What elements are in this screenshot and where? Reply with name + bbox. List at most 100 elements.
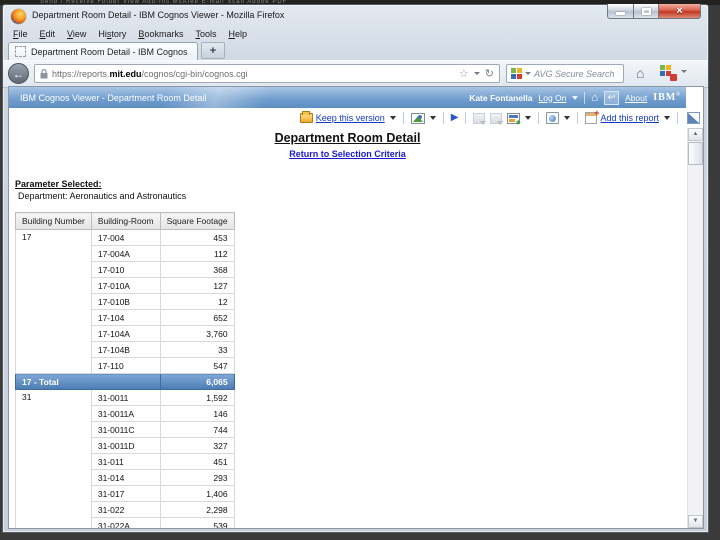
- menu-bar: FileEditViewHistoryBookmarksToolsHelp: [3, 27, 708, 41]
- tab-bar: Department Room Detail - IBM Cognos ... …: [3, 41, 708, 60]
- building-number-cell: 17: [16, 230, 92, 374]
- maximize-button[interactable]: [634, 4, 659, 19]
- log-on-link[interactable]: Log On: [538, 93, 566, 103]
- menu-help[interactable]: Help: [222, 29, 253, 39]
- building-room-cell: 31-017: [91, 486, 160, 502]
- square-footage-cell: 2,298: [160, 502, 234, 518]
- divider: [677, 112, 678, 124]
- menu-view[interactable]: View: [61, 29, 92, 39]
- reload-icon[interactable]: ↻: [485, 69, 494, 79]
- lock-icon: [40, 69, 48, 79]
- scroll-up-button[interactable]: ▲: [688, 128, 703, 141]
- firefox-window: Department Room Detail - IBM Cognos View…: [2, 4, 709, 533]
- add-report-button[interactable]: Add this report: [585, 112, 670, 124]
- table-total-row: 17 - Total6,065: [16, 374, 235, 390]
- new-tab-button[interactable]: +: [201, 42, 225, 59]
- scrollbar-thumb[interactable]: [688, 142, 703, 165]
- cognos-home-button[interactable]: ⌂: [591, 92, 598, 104]
- building-room-cell: 31-014: [91, 470, 160, 486]
- close-button[interactable]: ×: [659, 4, 701, 19]
- top-navigation-icon[interactable]: [687, 112, 700, 124]
- menu-tools[interactable]: Tools: [189, 29, 222, 39]
- bookmark-star-icon[interactable]: ☆: [459, 69, 469, 79]
- building-room-cell: 31-0011A: [91, 406, 160, 422]
- vertical-scrollbar[interactable]: ▲ ▼: [687, 128, 703, 528]
- menu-history[interactable]: History: [92, 29, 132, 39]
- back-button[interactable]: ←: [8, 63, 29, 84]
- divider: [403, 112, 404, 124]
- building-room-cell: 17-110: [91, 358, 160, 374]
- back-arrow-icon: ←: [13, 67, 25, 81]
- run-icon: ▶: [451, 112, 459, 123]
- tab-department-room-detail[interactable]: Department Room Detail - IBM Cognos ...: [8, 42, 198, 60]
- building-room-cell: 31-0011C: [91, 422, 160, 438]
- home-icon: ⌂: [636, 65, 644, 81]
- url-bar[interactable]: https://reports.mit.edu/cognos/cgi-bin/c…: [34, 64, 500, 83]
- scroll-up-icon: ▲: [693, 131, 699, 137]
- report-area: Department Room Detail Return to Selecti…: [9, 128, 686, 528]
- square-footage-cell: 453: [160, 230, 234, 246]
- menu-bookmarks[interactable]: Bookmarks: [132, 29, 189, 39]
- home-button[interactable]: ⌂: [636, 65, 644, 81]
- minimize-button[interactable]: [607, 4, 634, 19]
- keep-version-button[interactable]: Keep this version: [300, 113, 396, 123]
- divider: [584, 92, 585, 104]
- square-footage-cell: 112: [160, 246, 234, 262]
- search-placeholder: AVG Secure Search: [534, 69, 615, 79]
- square-footage-cell: 146: [160, 406, 234, 422]
- square-footage-cell: 539: [160, 518, 234, 529]
- html-view-icon: [546, 112, 559, 124]
- square-footage-cell: 327: [160, 438, 234, 454]
- square-footage-cell: 1,406: [160, 486, 234, 502]
- menu-file[interactable]: File: [7, 29, 34, 39]
- search-icon[interactable]: [618, 68, 619, 79]
- close-icon: ×: [676, 6, 682, 17]
- square-footage-cell: 547: [160, 358, 234, 374]
- search-box[interactable]: AVG Secure Search: [506, 64, 624, 83]
- cognos-home-icon: ⌂: [591, 92, 598, 104]
- building-room-cell: 17-004: [91, 230, 160, 246]
- table-row: 3131-00111,592: [16, 390, 235, 406]
- firefox-icon: [11, 9, 26, 24]
- user-name: Kate Fontanella: [469, 93, 532, 103]
- room-table-body: 1717-00445317-004A11217-01036817-010A127…: [16, 230, 235, 529]
- building-number-cell: 31: [16, 390, 92, 529]
- search-engine-dropdown-icon[interactable]: [525, 72, 531, 75]
- log-on-dropdown-icon[interactable]: [572, 96, 578, 100]
- keep-version-dropdown-icon[interactable]: [390, 116, 396, 120]
- building-room-cell: 31-011: [91, 454, 160, 470]
- square-footage-cell: 652: [160, 310, 234, 326]
- return-arrow-icon: ↩: [608, 92, 616, 103]
- minimize-icon: [616, 12, 625, 15]
- tab-favicon-placeholder-icon: [15, 46, 26, 57]
- menu-edit[interactable]: Edit: [34, 29, 62, 39]
- table-row: 1717-004453: [16, 230, 235, 246]
- square-footage-cell: 3,760: [160, 326, 234, 342]
- export-button[interactable]: +: [507, 113, 531, 124]
- maximize-icon: [642, 8, 651, 15]
- about-link[interactable]: About: [625, 93, 647, 103]
- avg-extension-button[interactable]: [660, 65, 674, 79]
- cognos-header: IBM Cognos Viewer - Department Room Deta…: [9, 87, 686, 108]
- return-button[interactable]: ↩: [604, 91, 619, 105]
- square-footage-cell: 368: [160, 262, 234, 278]
- html-view-button[interactable]: [546, 112, 570, 124]
- drill-down-button: [473, 113, 485, 124]
- title-bar: Department Room Detail - IBM Cognos View…: [3, 5, 708, 27]
- table-header-row: Building Number Building-Room Square Foo…: [16, 213, 235, 230]
- view-format-button[interactable]: [411, 113, 436, 124]
- view-format-dropdown-icon[interactable]: [430, 116, 436, 120]
- run-report-button[interactable]: ▶: [451, 112, 459, 124]
- square-footage-cell: 1,592: [160, 390, 234, 406]
- return-to-selection-link[interactable]: Return to Selection Criteria: [9, 149, 686, 159]
- building-room-cell: 17-010A: [91, 278, 160, 294]
- column-header-building-room: Building-Room: [91, 213, 160, 230]
- url-dropdown-icon[interactable]: [474, 72, 480, 75]
- square-footage-cell: 451: [160, 454, 234, 470]
- html-view-dropdown-icon[interactable]: [564, 116, 570, 120]
- avg-extension-dropdown-icon[interactable]: [681, 70, 687, 73]
- view-format-icon: [411, 113, 425, 124]
- add-report-dropdown-icon[interactable]: [664, 116, 670, 120]
- scroll-down-button[interactable]: ▼: [688, 515, 703, 528]
- export-dropdown-icon[interactable]: [525, 116, 531, 120]
